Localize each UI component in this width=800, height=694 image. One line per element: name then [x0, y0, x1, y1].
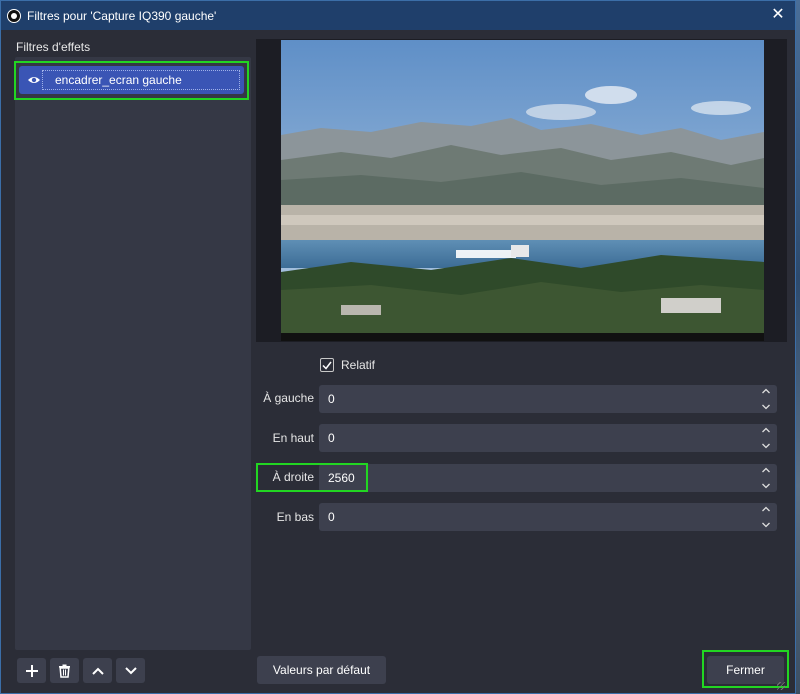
source-preview-image	[281, 40, 764, 341]
left-spinbox[interactable]: 0	[319, 385, 777, 413]
filters-dialog: Filtres pour 'Capture IQ390 gauche' ✕ Fi…	[0, 0, 796, 694]
relatif-checkbox[interactable]	[320, 358, 334, 372]
spin-up-icon[interactable]	[761, 505, 771, 513]
checkmark-icon	[322, 361, 332, 370]
bottom-value: 0	[328, 510, 335, 524]
spin-down-icon[interactable]	[761, 403, 771, 411]
filter-list[interactable]	[15, 57, 251, 650]
window-title: Filtres pour 'Capture IQ390 gauche'	[27, 8, 217, 23]
highlight-box-right	[256, 463, 368, 492]
spin-down-icon[interactable]	[761, 442, 771, 450]
spin-up-icon[interactable]	[761, 426, 771, 434]
chevron-down-icon	[124, 666, 137, 674]
highlight-box-close	[702, 650, 789, 688]
relatif-checkbox-row[interactable]: Relatif	[320, 358, 375, 372]
obs-logo-icon	[7, 8, 21, 23]
move-down-button[interactable]	[116, 658, 145, 683]
bottom-spinbox[interactable]: 0	[319, 503, 777, 531]
title-bar: Filtres pour 'Capture IQ390 gauche' ✕	[1, 1, 795, 30]
top-label: En haut	[272, 431, 314, 445]
top-value: 0	[328, 431, 335, 445]
relatif-label: Relatif	[341, 358, 376, 372]
spin-down-icon[interactable]	[761, 482, 771, 490]
spin-down-icon[interactable]	[761, 521, 771, 529]
left-label: À gauche	[263, 391, 314, 405]
effect-filters-label: Filtres d'effets	[16, 40, 91, 54]
spin-up-icon[interactable]	[761, 387, 771, 395]
move-up-button[interactable]	[83, 658, 112, 683]
trash-icon	[59, 664, 70, 678]
plus-icon	[25, 664, 38, 677]
add-filter-button[interactable]	[17, 658, 46, 683]
top-spinbox[interactable]: 0	[319, 424, 777, 452]
bottom-label: En bas	[276, 510, 314, 524]
spin-up-icon[interactable]	[761, 466, 771, 474]
remove-filter-button[interactable]	[50, 658, 79, 683]
chevron-up-icon	[91, 667, 104, 675]
right-spinbox[interactable]: 2560	[319, 464, 777, 492]
defaults-button[interactable]: Valeurs par défaut	[257, 656, 386, 684]
left-value: 0	[328, 392, 335, 406]
highlight-box-filter	[14, 61, 249, 100]
close-icon[interactable]: ✕	[769, 6, 787, 24]
resize-grip[interactable]	[777, 682, 785, 690]
